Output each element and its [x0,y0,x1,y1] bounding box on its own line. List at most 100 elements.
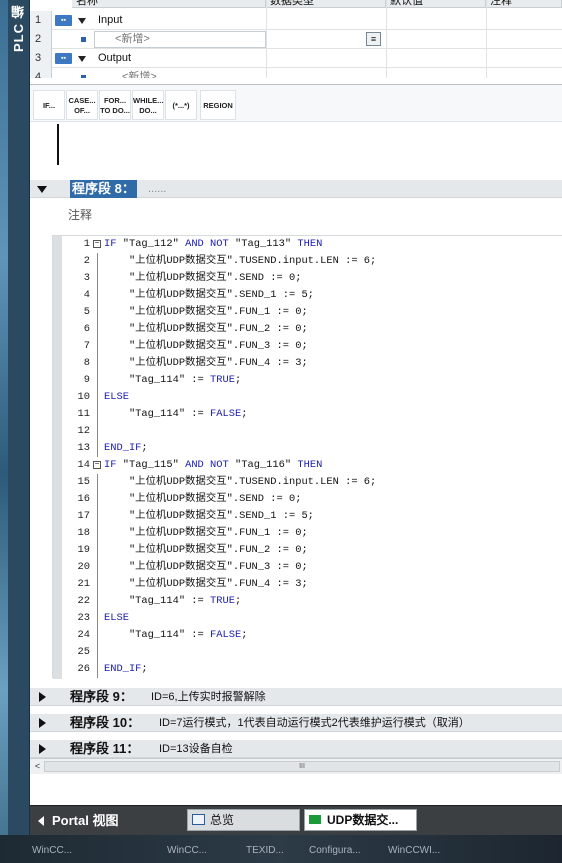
fold-toggle-icon[interactable]: − [93,240,101,248]
add-new-field[interactable]: <新增> [122,68,157,78]
code-line[interactable]: 4 "上位机UDP数据交互".SEND_1 := 5; [62,287,562,304]
code-line[interactable]: 17 "上位机UDP数据交互".SEND_1 := 5; [62,508,562,525]
code-line[interactable]: 22 "Tag_114" := TRUE; [62,593,562,610]
scl-code-editor[interactable]: 1− IF "Tag_112" AND NOT "Tag_113" THEN 2 "… [52,235,562,679]
code-line[interactable]: 20 "上位机UDP数据交互".FUN_3 := 0; [62,559,562,576]
if-button[interactable]: IF... [33,90,65,120]
code-line[interactable]: 24 "Tag_114" := FALSE; [62,627,562,644]
fold-guide [97,627,98,644]
code-line[interactable]: 23 ELSE [62,610,562,627]
code-line[interactable]: 10 ELSE [62,389,562,406]
network-title-placeholder[interactable]: ...... [148,180,166,198]
expand-arrow-icon[interactable] [39,692,46,702]
fold-guide [97,287,98,304]
region-button[interactable]: REGION [200,90,236,120]
interface-section-icon: ▪▪ [55,15,72,26]
code-line[interactable]: 5 "上位机UDP数据交互".FUN_1 := 0; [62,304,562,321]
collapse-arrow-icon[interactable] [37,186,47,193]
expand-arrow-icon[interactable] [39,744,46,754]
row-number: 3 [30,49,52,68]
code-line[interactable]: 8 "上位机UDP数据交互".FUN_4 := 3; [62,355,562,372]
expand-arrow-icon[interactable] [78,56,86,62]
line-number: 12 [77,425,90,437]
interface-row[interactable]: 4 <新增> [30,68,562,78]
editor-margin [53,236,62,679]
portal-bar: Portal 视图 总览 UDP数据交... [30,805,562,835]
code-line[interactable]: 7 "上位机UDP数据交互".FUN_3 := 0; [62,338,562,355]
portal-view-button[interactable]: Portal 视图 [38,810,118,832]
tab-udp-block[interactable]: UDP数据交... [304,809,417,831]
add-new-field[interactable]: <新增> [94,31,266,48]
network-8-header[interactable]: 程序段 8： ...... [30,180,562,198]
column-header-name[interactable]: 名称 [72,0,266,8]
interface-row[interactable]: 1 ▪▪ Input [30,11,562,30]
code-text: "上位机UDP数据交互".FUN_3 := 0; [104,340,308,352]
code-line[interactable]: 1− IF "Tag_112" AND NOT "Tag_113" THEN [62,236,562,253]
line-number: 8 [83,357,90,369]
taskbar-item[interactable]: TEXID... [246,845,284,856]
datatype-picker-icon[interactable]: ≡ [366,32,381,46]
code-line[interactable]: 16 "上位机UDP数据交互".SEND := 0; [62,491,562,508]
code-line[interactable]: 19 "上位机UDP数据交互".FUN_2 := 0; [62,542,562,559]
code-line[interactable]: 26 END_IF; [62,661,562,678]
code-line[interactable]: 15 "上位机UDP数据交互".TUSEND.input.LEN := 6; [62,474,562,491]
column-header-datatype[interactable]: 数据类型 [266,0,386,8]
code-line[interactable]: 18 "上位机UDP数据交互".FUN_1 := 0; [62,525,562,542]
code-text: "上位机UDP数据交互".FUN_4 := 3; [104,578,308,590]
code-line[interactable]: 14− IF "Tag_115" AND NOT "Tag_116" THEN [62,457,562,474]
taskbar-item[interactable]: WinCCWI... [388,845,440,856]
for-to-do-button[interactable]: FOR... TO DO... [99,90,131,120]
text-cursor [57,124,59,165]
row-number: 4 [30,68,52,78]
line-number: 6 [83,323,90,335]
code-line[interactable]: 12 [62,423,562,440]
expand-arrow-icon[interactable] [39,718,46,728]
code-text: "上位机UDP数据交互".SEND := 0; [104,493,302,505]
code-line[interactable]: 25 [62,644,562,661]
while-do-button[interactable]: WHILE... DO... [132,90,164,120]
scl-instruction-toolbar: IF... CASE... OF... FOR... TO DO... WHIL… [30,84,562,122]
interface-row[interactable]: 2 <新增> ≡ [30,30,562,49]
column-header-default[interactable]: 默认值 [386,0,486,8]
fold-guide [97,474,98,491]
code-text: "上位机UDP数据交互".SEND_1 := 5; [104,289,314,301]
interface-row[interactable]: 3 ▪▪ Output [30,49,562,68]
expand-arrow-icon[interactable] [78,18,86,24]
code-line[interactable]: 21 "上位机UDP数据交互".FUN_4 := 3; [62,576,562,593]
line-number: 20 [77,561,90,573]
fold-guide [97,644,98,661]
code-text: END_IF; [104,663,148,675]
scroll-left-icon[interactable]: < [32,761,43,772]
desktop-background [0,0,8,863]
code-line[interactable]: 9 "Tag_114" := TRUE; [62,372,562,389]
code-line[interactable]: 3 "上位机UDP数据交互".SEND := 0; [62,270,562,287]
taskbar-item[interactable]: Configura... [309,845,361,856]
region-editor-area[interactable] [30,122,562,180]
scrollbar-thumb[interactable]: III [44,761,560,772]
network-11-header[interactable]: 程序段 11： ID=13设备自检 [30,740,562,758]
code-text: IF "Tag_115" AND NOT "Tag_116" THEN [104,459,323,471]
code-text: "上位机UDP数据交互".FUN_3 := 0; [104,561,308,573]
taskbar-item[interactable]: WinCC... [32,845,72,856]
fold-guide [97,304,98,321]
line-number: 14 [77,459,90,471]
column-header-comment[interactable]: 注释 [486,0,562,8]
line-number: 3 [83,272,90,284]
column-divider [486,0,487,78]
taskbar-item[interactable]: WinCC... [167,845,207,856]
fold-toggle-icon[interactable]: − [93,461,101,469]
network-9-header[interactable]: 程序段 9： ID=6,上传实时报警解除 [30,688,562,706]
code-line[interactable]: 6 "上位机UDP数据交互".FUN_2 := 0; [62,321,562,338]
fold-guide [97,576,98,593]
code-line[interactable]: 13 END_IF; [62,440,562,457]
case-of-button[interactable]: CASE... OF... [66,90,98,120]
network-comment-area[interactable]: 注释 [30,200,562,228]
network-10-header[interactable]: 程序段 10： ID=7运行模式，1代表自动运行模式2代表维护运行模式（取消） [30,714,562,732]
fold-guide [97,491,98,508]
code-line[interactable]: 11 "Tag_114" := FALSE; [62,406,562,423]
code-line[interactable]: 2 "上位机UDP数据交互".TUSEND.input.LEN := 6; [62,253,562,270]
horizontal-scrollbar[interactable]: < III [30,758,562,774]
plc-editor-side-tab[interactable]: PLC 编辑 [8,0,45,835]
tab-overview[interactable]: 总览 [187,809,300,831]
comment-button[interactable]: (*...*) [165,90,197,120]
